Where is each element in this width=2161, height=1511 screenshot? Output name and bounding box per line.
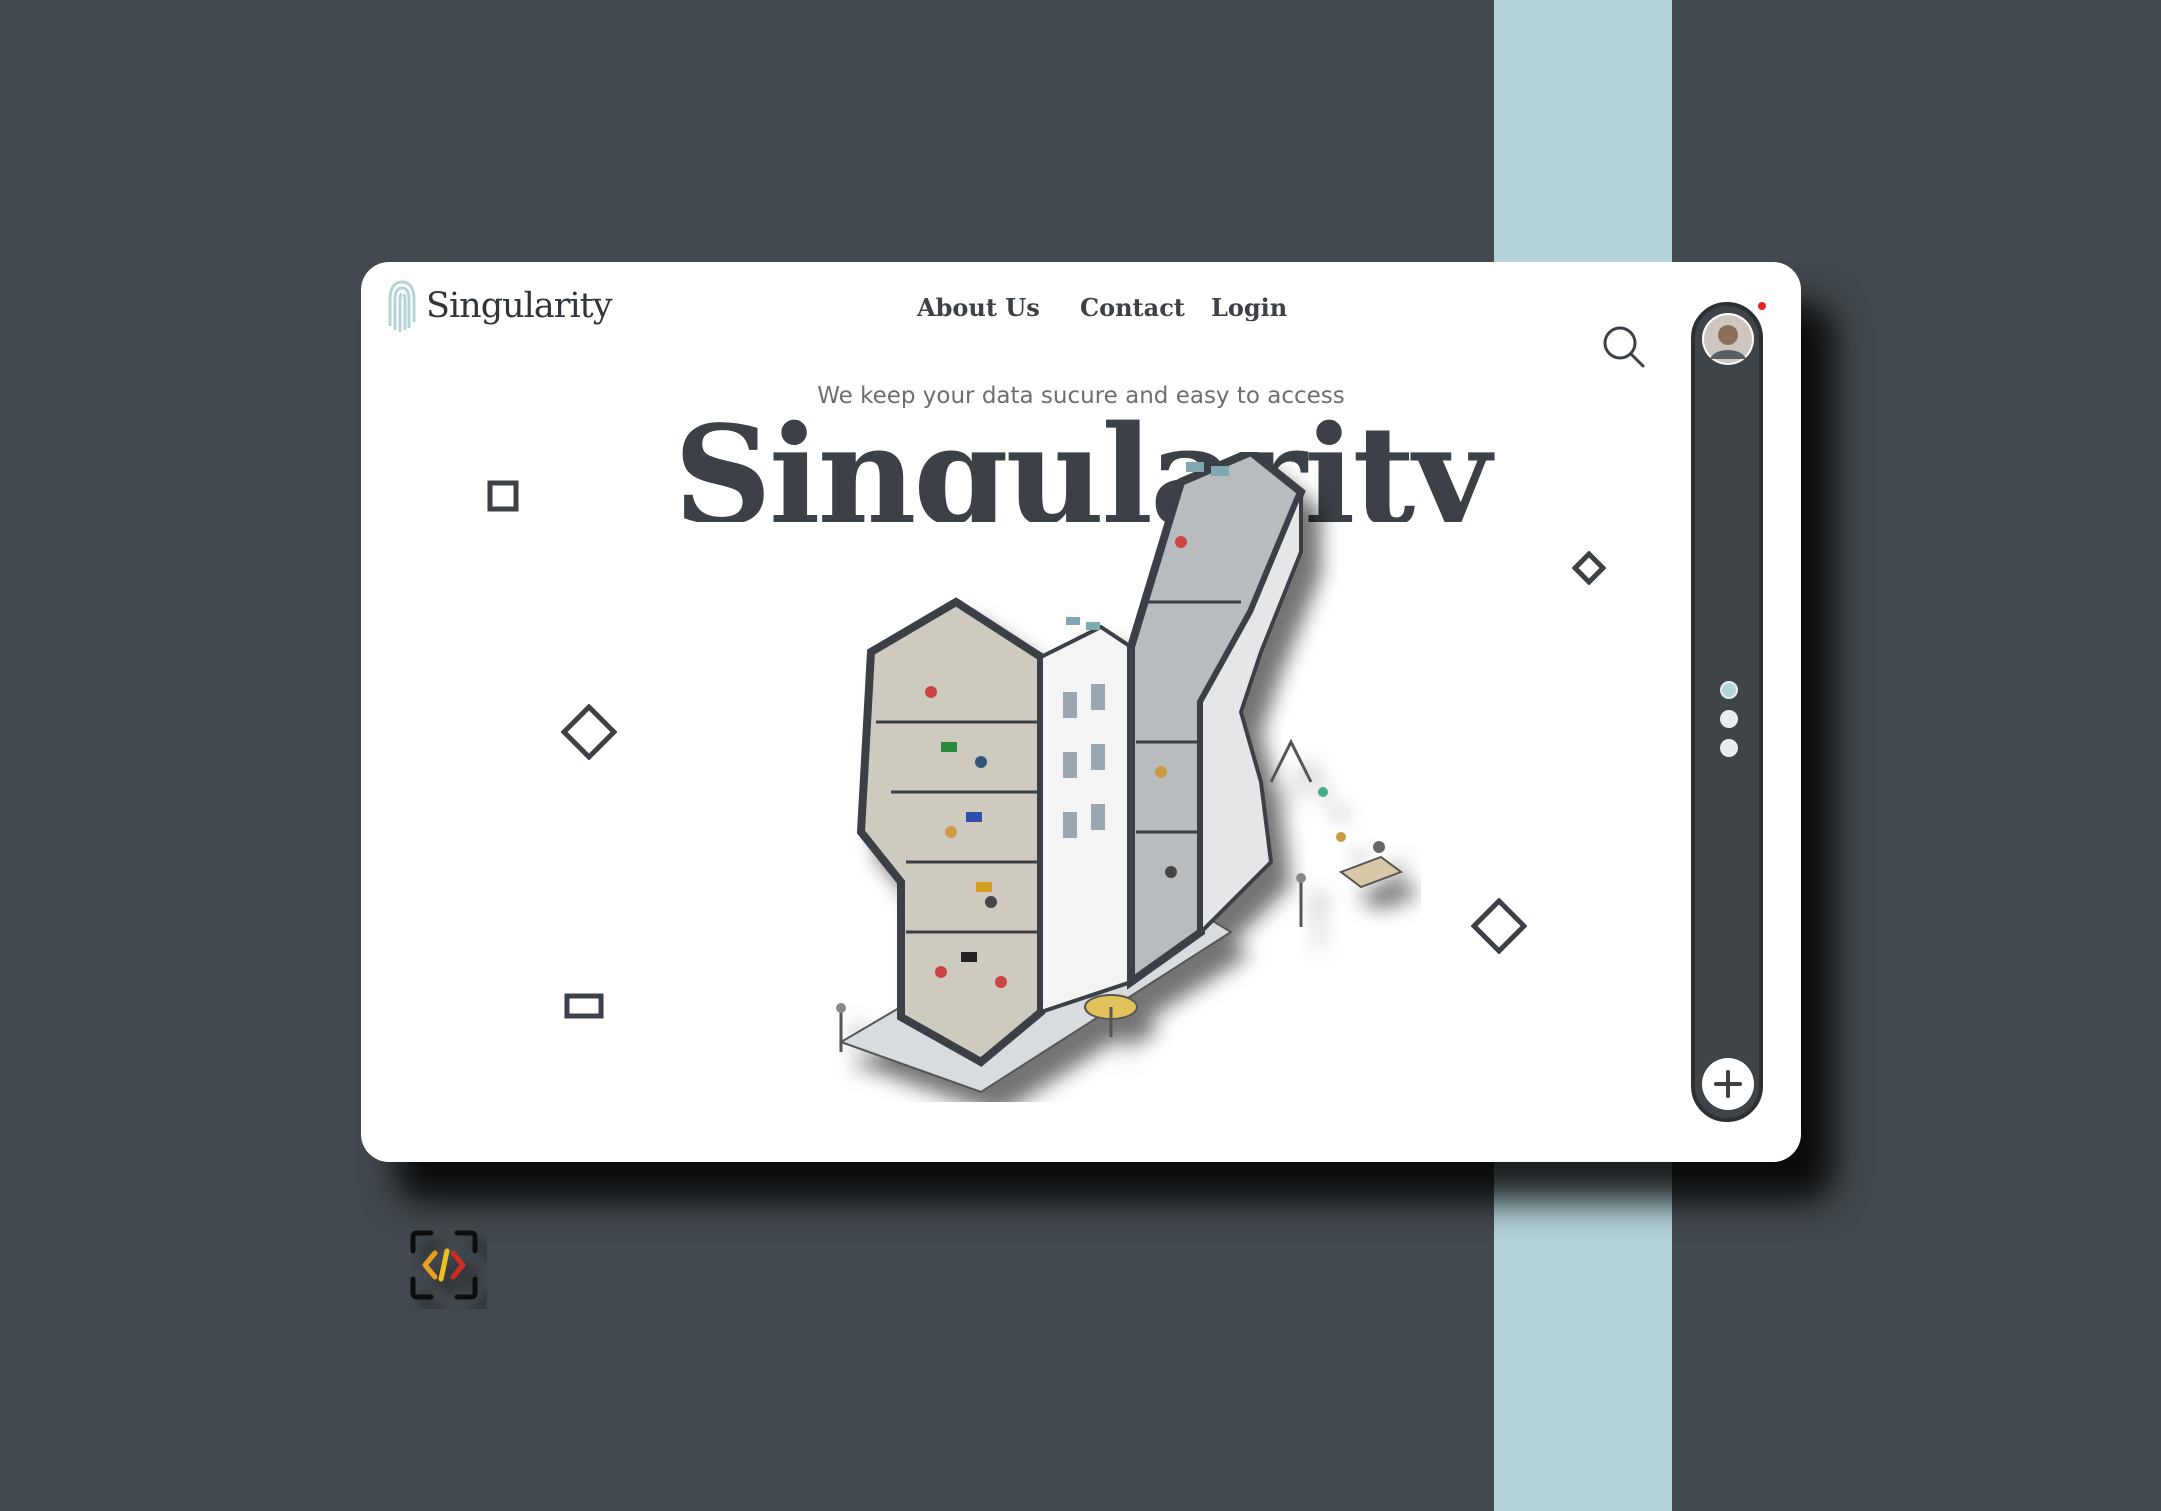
- notification-dot: [1758, 302, 1766, 310]
- search-icon[interactable]: [1601, 324, 1647, 370]
- code-brackets-icon: [410, 1230, 478, 1300]
- plus-icon: [1714, 1070, 1742, 1098]
- right-sidebar: [1691, 302, 1763, 1122]
- fingerprint-icon: [388, 280, 416, 332]
- nav-contact[interactable]: Contact: [1080, 293, 1185, 322]
- nav-login[interactable]: Login: [1211, 293, 1287, 322]
- diamond-outline-shape-right: [1471, 898, 1527, 954]
- add-button[interactable]: [1702, 1058, 1754, 1110]
- nav-about-us[interactable]: About Us: [917, 293, 1040, 322]
- brand-name: Singularity: [426, 286, 612, 326]
- pager-dot-2[interactable]: [1720, 710, 1738, 728]
- landing-card: Singularity About Us Contact Login We ke…: [361, 262, 1801, 1162]
- diamond-outline-shape: [561, 704, 617, 760]
- avatar-image: [1704, 315, 1752, 363]
- rectangle-outline-shape: [564, 993, 604, 1019]
- isometric-building-illustration: [836, 452, 1404, 1094]
- pager-dot-1[interactable]: [1720, 681, 1738, 699]
- pager-dot-3[interactable]: [1720, 739, 1738, 757]
- small-diamond-shape: [1572, 551, 1606, 585]
- square-outline-shape: [487, 480, 519, 512]
- brand-logo[interactable]: Singularity: [386, 278, 612, 334]
- user-avatar[interactable]: [1702, 313, 1754, 365]
